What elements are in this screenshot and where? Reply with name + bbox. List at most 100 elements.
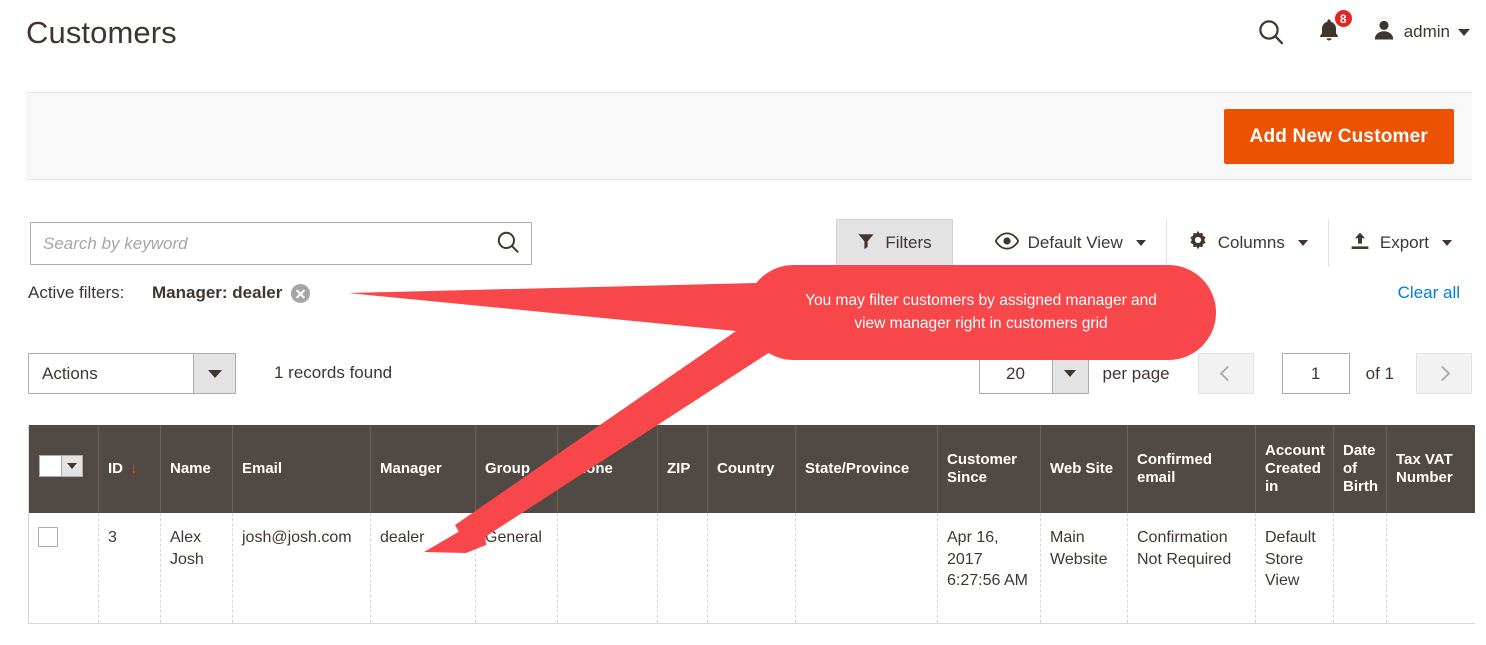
per-page-value: 20 — [1006, 363, 1025, 383]
active-filter-chip: Manager: dealer — [152, 283, 311, 303]
columns-label: Columns — [1217, 233, 1285, 252]
search-submit-button[interactable] — [491, 228, 525, 260]
filters-label: Filters — [885, 233, 932, 252]
global-search-button[interactable] — [1242, 10, 1300, 54]
default-view-dropdown[interactable]: Default View — [975, 219, 1166, 267]
default-view-label: Default View — [1027, 233, 1123, 252]
chevron-right-icon — [1434, 365, 1450, 382]
cell-date-of-birth — [1333, 513, 1387, 624]
user-menu-label: admin — [1403, 22, 1450, 41]
next-page-button[interactable] — [1416, 353, 1472, 394]
search-icon — [1256, 17, 1286, 47]
column-header-web-site[interactable]: Web Site — [1040, 425, 1128, 513]
table-body: 3 Alex Josh josh@josh.com dealer General… — [28, 513, 1475, 624]
column-header-tax-vat-number[interactable]: Tax VAT Number — [1386, 425, 1475, 513]
total-pages-label: of 1 — [1365, 363, 1394, 383]
cell-country — [707, 513, 796, 624]
customers-grid-page: Customers 8 admin Add New Customer Searc… — [0, 0, 1486, 645]
chevron-down-icon — [1458, 28, 1470, 36]
chevron-left-icon — [1219, 365, 1236, 382]
cell-id: 3 — [98, 513, 161, 624]
grid-controls-row: Actions 1 records found 20 per page 1 of… — [0, 353, 1486, 399]
columns-dropdown[interactable]: Columns — [1165, 219, 1328, 267]
previous-page-button[interactable] — [1197, 353, 1254, 394]
cell-account-created-in: Default Store View — [1255, 513, 1334, 624]
chevron-down-icon — [1135, 240, 1146, 246]
user-avatar-icon — [1372, 18, 1396, 47]
grid-toolbar-actions: Filters Default View Columns Export — [836, 219, 1472, 267]
per-page-label: per page — [1102, 363, 1170, 383]
header-actions: 8 admin — [1242, 8, 1470, 54]
cell-phone — [557, 513, 658, 624]
column-header-zip[interactable]: ZIP — [657, 425, 708, 513]
close-circle-icon[interactable] — [291, 283, 311, 303]
row-select-cell[interactable] — [28, 513, 99, 624]
column-header-id-label: ID — [108, 459, 123, 477]
active-filters-label: Active filters: — [28, 283, 125, 302]
filters-button[interactable]: Filters — [836, 219, 953, 267]
clear-all-filters-link[interactable]: Clear all — [1398, 283, 1460, 303]
mass-actions-dropdown[interactable]: Actions — [28, 353, 236, 394]
select-all-control[interactable] — [39, 455, 83, 478]
column-header-name[interactable]: Name — [160, 425, 233, 513]
column-header-country[interactable]: Country — [707, 425, 796, 513]
cell-name: Alex Josh — [160, 513, 233, 624]
upload-icon — [1349, 231, 1371, 256]
notifications-button[interactable]: 8 — [1300, 8, 1364, 54]
mass-actions-label: Actions — [42, 363, 98, 383]
customers-table: ID ↓ Name Email Manager Group Phone ZIP C… — [28, 425, 1475, 624]
column-header-state-province[interactable]: State/Province — [795, 425, 938, 513]
search-icon — [495, 229, 521, 260]
per-page-dropdown[interactable]: 20 — [978, 353, 1089, 394]
column-header-phone[interactable]: Phone — [557, 425, 658, 513]
user-menu[interactable]: admin — [1364, 18, 1470, 47]
page-number-input[interactable]: 1 — [1281, 353, 1350, 394]
chevron-down-icon[interactable] — [61, 455, 83, 478]
export-dropdown[interactable]: Export — [1327, 219, 1472, 267]
table-header-row: ID ↓ Name Email Manager Group Phone ZIP C… — [28, 425, 1475, 513]
cell-state-province — [795, 513, 938, 624]
page-header: Customers 8 admin — [0, 0, 1486, 72]
cell-tax-vat-number — [1386, 513, 1475, 624]
active-filter-chip-label: Manager: dealer — [152, 283, 283, 302]
column-header-manager[interactable]: Manager — [370, 425, 476, 513]
select-all-header[interactable] — [28, 425, 99, 513]
grid-toolbar: Filters Default View — [0, 215, 1486, 271]
cell-customer-since: Apr 16, 2017 6:27:56 AM — [937, 513, 1041, 624]
row-checkbox[interactable] — [38, 527, 58, 547]
export-label: Export — [1379, 233, 1429, 252]
table-header: ID ↓ Name Email Manager Group Phone ZIP C… — [28, 425, 1475, 513]
select-all-checkbox[interactable] — [39, 455, 61, 478]
column-header-confirmed-email[interactable]: Confirmed email — [1127, 425, 1256, 513]
eye-icon — [994, 231, 1019, 255]
cell-zip — [657, 513, 708, 624]
page-actions-bar: Add New Customer — [26, 92, 1472, 180]
cell-email: josh@josh.com — [232, 513, 371, 624]
table-row[interactable]: 3 Alex Josh josh@josh.com dealer General… — [28, 513, 1475, 624]
chevron-down-icon — [1297, 240, 1308, 246]
keyword-search-box — [30, 222, 532, 265]
gear-icon — [1187, 230, 1209, 257]
chevron-down-icon — [193, 354, 235, 393]
sort-desc-icon: ↓ — [130, 459, 138, 477]
column-header-group[interactable]: Group — [475, 425, 558, 513]
cell-web-site: Main Website — [1040, 513, 1128, 624]
active-filters-row: Active filters: Manager: dealer Clear al… — [0, 283, 1486, 323]
customers-grid: ID ↓ Name Email Manager Group Phone ZIP C… — [28, 425, 1475, 624]
column-header-account-created-in[interactable]: Account Created in — [1255, 425, 1334, 513]
notifications-count-badge: 8 — [1332, 8, 1354, 29]
records-found-label: 1 records found — [274, 363, 393, 382]
add-new-customer-button[interactable]: Add New Customer — [1223, 109, 1454, 164]
column-header-customer-since[interactable]: Customer Since — [937, 425, 1041, 513]
search-input[interactable] — [31, 223, 531, 264]
page-title: Customers — [26, 15, 177, 50]
column-header-email[interactable]: Email — [232, 425, 371, 513]
column-header-date-of-birth[interactable]: Date of Birth — [1333, 425, 1387, 513]
chevron-down-icon — [1051, 354, 1088, 393]
pagination-controls: 20 per page 1 of 1 — [978, 353, 1472, 394]
cell-group: General — [475, 513, 558, 624]
column-header-id[interactable]: ID ↓ — [98, 425, 161, 513]
funnel-icon — [857, 232, 875, 255]
cell-confirmed-email: Confirmation Not Required — [1127, 513, 1256, 624]
chevron-down-icon — [1442, 240, 1452, 246]
